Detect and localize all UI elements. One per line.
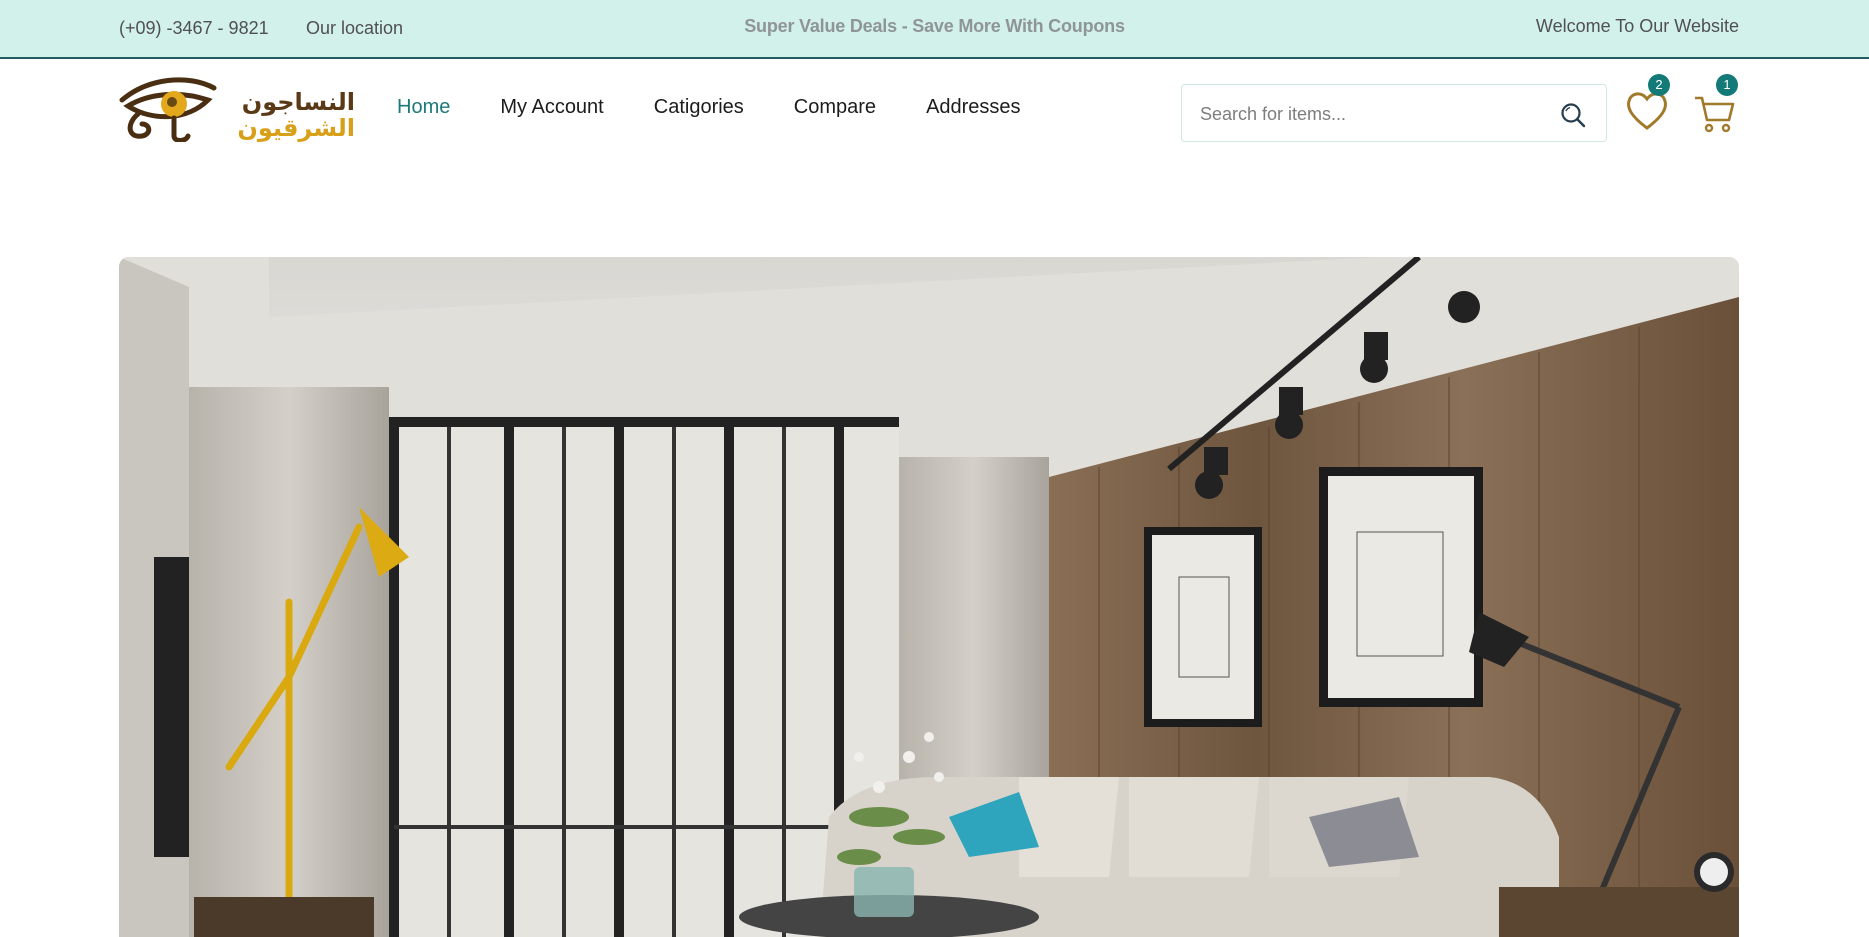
nav-my-account[interactable]: My Account bbox=[500, 96, 603, 119]
nav-compare[interactable]: Compare bbox=[794, 96, 876, 119]
cart-icon bbox=[1695, 96, 1735, 133]
logo-wordmark[interactable]: النساجون الشرقيون bbox=[195, 88, 355, 142]
nav-addresses[interactable]: Addresses bbox=[926, 96, 1021, 119]
nav-categories[interactable]: Catigories bbox=[654, 96, 744, 119]
search-input[interactable] bbox=[1200, 101, 1540, 127]
top-bar: (+09) -3467 - 9821 Our location Super Va… bbox=[0, 0, 1869, 59]
main-nav: Home My Account Catigories Compare Addre… bbox=[397, 96, 1071, 119]
logo-line-1: النساجون bbox=[241, 88, 355, 116]
hero-banner-image[interactable] bbox=[119, 257, 1739, 937]
wishlist-count-badge: 2 bbox=[1648, 74, 1670, 96]
welcome-text: Welcome To Our Website bbox=[1535, 16, 1739, 36]
search-icon[interactable] bbox=[1560, 102, 1586, 128]
logo-line-2: الشرقيون bbox=[237, 114, 355, 142]
search-box bbox=[1181, 84, 1607, 142]
cart-button[interactable] bbox=[1693, 92, 1737, 136]
living-room-image bbox=[119, 257, 1739, 937]
nav-home[interactable]: Home bbox=[397, 96, 450, 119]
cart-count-badge: 1 bbox=[1716, 74, 1738, 96]
